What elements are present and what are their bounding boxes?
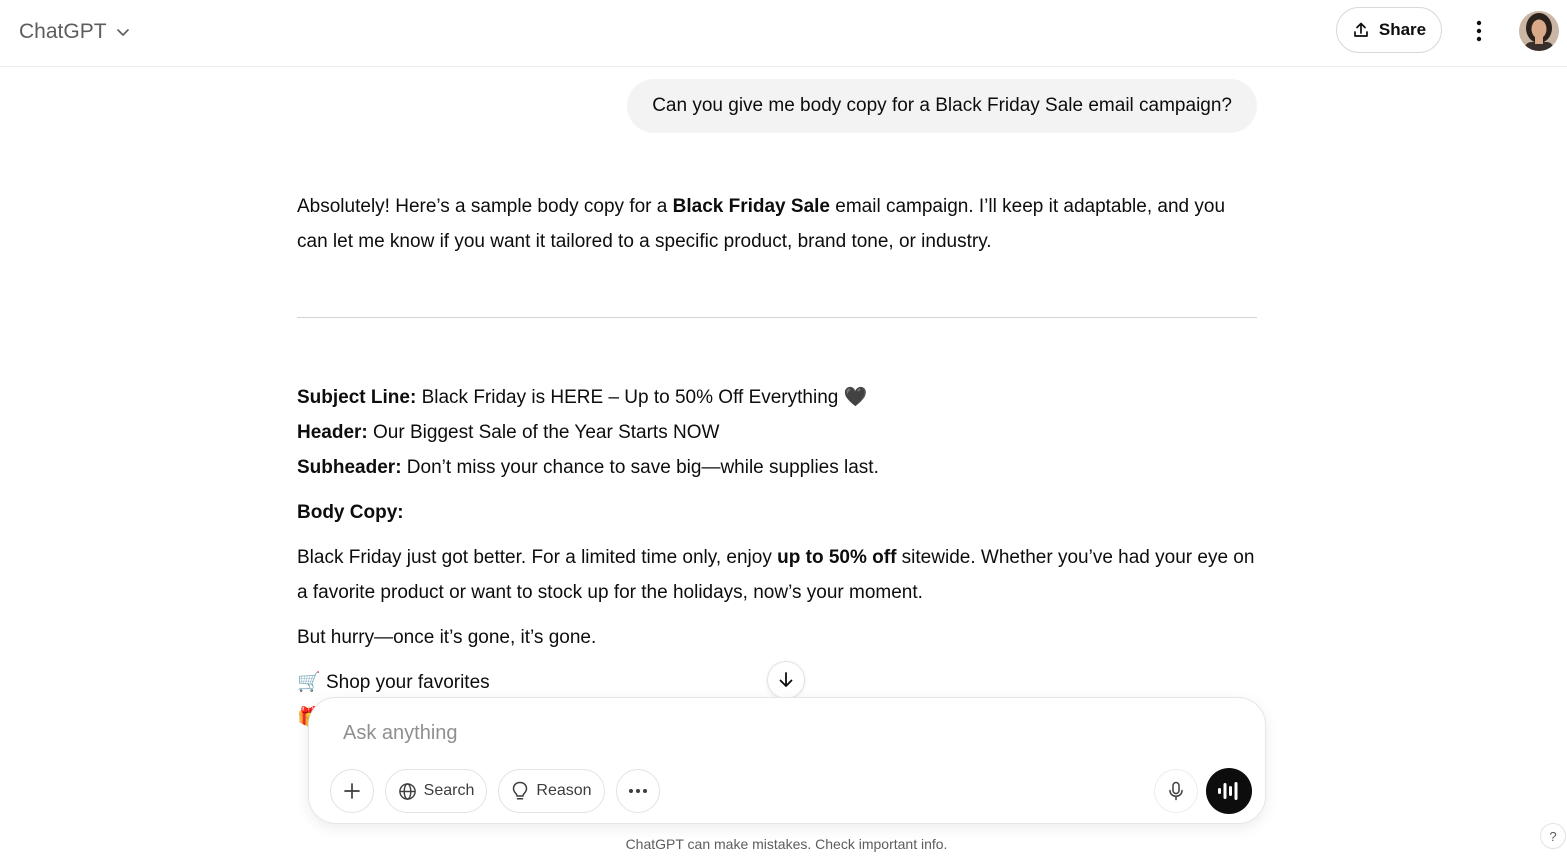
attach-button[interactable]: [330, 769, 374, 813]
chevron-down-icon: [116, 29, 129, 36]
assistant-intro: Absolutely! Here’s a sample body copy fo…: [297, 189, 1259, 259]
search-label: Search: [423, 782, 475, 799]
reason-button[interactable]: Reason: [498, 769, 605, 813]
search-button[interactable]: Search: [385, 769, 487, 813]
avatar[interactable]: [1519, 11, 1559, 51]
body-copy-heading: Body Copy:: [297, 502, 404, 523]
top-bar: ChatGPT Share: [0, 0, 1567, 67]
globe-icon: [398, 782, 416, 800]
ellipsis-icon: [629, 789, 647, 793]
header-line: Header: Our Biggest Sale of the Year Sta…: [297, 422, 720, 443]
reason-label: Reason: [536, 782, 592, 799]
subheader-line: Subheader: Don’t miss your chance to sav…: [297, 457, 879, 478]
scroll-to-bottom-button[interactable]: [767, 661, 805, 699]
avatar-image: [1519, 11, 1559, 51]
more-tools-button[interactable]: [616, 769, 660, 813]
disclaimer: ChatGPT can make mistakes. Check importa…: [625, 836, 948, 852]
upload-icon: [1354, 22, 1368, 37]
email-meta: Subject Line: Black Friday is HERE – Up …: [297, 380, 1259, 485]
options-menu-button[interactable]: [1464, 15, 1494, 47]
plus-icon: [344, 783, 360, 799]
black-heart-emoji: 🖤: [843, 387, 868, 408]
share-label: Share: [1378, 20, 1427, 39]
lightbulb-icon: [513, 781, 528, 800]
user-message: Can you give me body copy for a Black Fr…: [627, 79, 1257, 133]
kebab-icon: [1476, 20, 1482, 42]
intro-paragraph: Absolutely! Here’s a sample body copy fo…: [297, 196, 1226, 252]
help-button[interactable]: ?: [1540, 823, 1566, 849]
dictate-button[interactable]: [1154, 769, 1198, 813]
voice-mode-icon: [1218, 782, 1238, 800]
body-paragraph-2: But hurry—once it’s gone, it’s gone.: [297, 627, 597, 648]
model-name: ChatGPT: [19, 20, 107, 43]
arrow-down-icon: [779, 672, 793, 687]
prompt-input[interactable]: [341, 714, 1205, 752]
body-paragraph-1: Black Friday just got better. For a limi…: [297, 547, 1255, 603]
subject-line: Subject Line: Black Friday is HERE – Up …: [297, 387, 868, 408]
microphone-icon: [1169, 781, 1183, 801]
share-button[interactable]: Share: [1336, 7, 1442, 53]
voice-mode-button[interactable]: [1206, 768, 1252, 814]
composer: Search Reason: [308, 697, 1266, 824]
model-switcher[interactable]: ChatGPT: [19, 16, 131, 48]
divider: [297, 317, 1257, 318]
shopping-cart-emoji: 🛒: [297, 672, 321, 693]
